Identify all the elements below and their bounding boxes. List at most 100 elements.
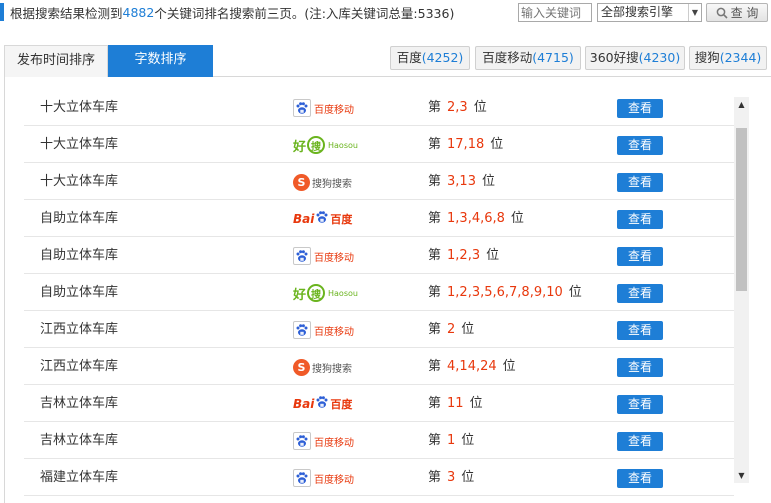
rank-positions: 1,2,3,5,6,7,8,9,10 <box>447 285 563 300</box>
rank-suffix: 位 <box>461 433 475 448</box>
keyword-label: 十大立体车库 <box>40 100 119 115</box>
engine-tab-count: (4715) <box>532 50 574 65</box>
rank-prefix: 第 <box>428 322 442 337</box>
scrollbar-thumb[interactable] <box>736 128 747 291</box>
tab-sort-by-length[interactable]: 字数排序 <box>108 45 213 77</box>
view-button[interactable]: 查看 <box>617 210 663 229</box>
table-row: 江西立体车库 S 搜狗搜索 第 4,14,24 位 查看 <box>24 348 734 385</box>
keyword-label: 十大立体车库 <box>40 137 119 152</box>
haosou-logo: 好搜 Haosou <box>293 284 358 303</box>
engine-select-value: 全部搜索引擎 <box>601 5 674 19</box>
rank-prefix: 第 <box>428 396 442 411</box>
keyword-label: 自助立体车库 <box>40 211 119 226</box>
tab-engine-baidu-mobile[interactable]: 百度移动(4715) <box>475 46 581 70</box>
rank-text: 第 11 位 <box>428 385 483 422</box>
logo-text: 搜狗搜索 <box>312 363 352 375</box>
rank-prefix: 第 <box>428 470 442 485</box>
rank-prefix: 第 <box>428 433 442 448</box>
engine-select[interactable]: 全部搜索引擎 ▼ <box>597 3 702 22</box>
logo-text: 搜 <box>307 136 326 154</box>
table-row: 十大立体车库 S 搜狗搜索 第 3,13 位 查看 <box>24 163 734 200</box>
tab-engine-sogou[interactable]: 搜狗(2344) <box>689 46 767 70</box>
rank-text: 第 2,3 位 <box>428 89 487 126</box>
logo-text: 百度移动 <box>314 326 354 338</box>
table-row: 江西立体车库 百度移动 第 2 位 查看 <box>24 311 734 348</box>
rank-suffix: 位 <box>481 174 495 189</box>
engine-tab-name: 360好搜 <box>589 50 639 65</box>
tab-engine-baidu[interactable]: 百度(4252) <box>390 46 470 70</box>
rank-prefix: 第 <box>428 174 442 189</box>
rank-suffix: 位 <box>510 211 524 226</box>
tab-bar: 发布时间排序 字数排序 百度(4252) 百度移动(4715) 360好搜(42… <box>4 45 771 77</box>
rank-positions: 3 <box>447 470 456 485</box>
rank-prefix: 第 <box>428 359 442 374</box>
rank-text: 第 17,18 位 <box>428 126 503 163</box>
view-button[interactable]: 查看 <box>617 358 663 377</box>
tab-sort-by-time[interactable]: 发布时间排序 <box>4 45 108 77</box>
query-button[interactable]: 查 询 <box>706 3 768 22</box>
view-button[interactable]: 查看 <box>617 284 663 303</box>
baidu-mobile-logo: 百度移动 <box>293 321 354 339</box>
rank-text: 第2位 <box>428 311 474 348</box>
rank-text: 第1位 <box>428 422 474 459</box>
baidu-paw-icon <box>293 432 311 450</box>
view-button[interactable]: 查看 <box>617 173 663 192</box>
logo-text: Haosou <box>328 140 358 150</box>
list-scrollbar[interactable]: ▲ ▼ <box>734 97 749 483</box>
logo-text: Haosou <box>328 288 358 298</box>
view-button[interactable]: 查看 <box>617 99 663 118</box>
tab-engine-360[interactable]: 360好搜(4230) <box>585 46 685 70</box>
rank-positions: 17,18 <box>447 137 485 152</box>
keyword-search-input[interactable] <box>518 3 592 22</box>
rank-positions: 2,3 <box>447 100 468 115</box>
engine-logo-cell: 百度移动 <box>293 245 354 267</box>
rank-text: 第3位 <box>428 459 474 496</box>
engine-tab-name: 百度 <box>396 50 422 65</box>
rank-positions: 11 <box>447 396 464 411</box>
rank-positions: 1,3,4,6,8 <box>447 211 505 226</box>
logo-text: 百度 <box>330 213 353 226</box>
rank-text: 第 1,2,3,5,6,7,8,9,10 位 <box>428 274 582 311</box>
view-button[interactable]: 查看 <box>617 321 663 340</box>
keyword-label: 十大立体车库 <box>40 174 119 189</box>
logo-text: 百度移动 <box>314 252 354 264</box>
haosou-logo: 好搜 Haosou <box>293 136 358 155</box>
rank-text: 第 1,2,3 位 <box>428 237 499 274</box>
baidu-paw-icon <box>315 210 329 228</box>
view-button[interactable]: 查看 <box>617 395 663 414</box>
keyword-label: 江西立体车库 <box>40 322 119 337</box>
rank-prefix: 第 <box>428 100 442 115</box>
baidu-logo: Bai 百度 <box>293 210 352 228</box>
logo-text: Bai <box>293 212 315 226</box>
view-button[interactable]: 查看 <box>617 469 663 488</box>
logo-text: 百度移动 <box>314 474 354 486</box>
view-button[interactable]: 查看 <box>617 247 663 266</box>
logo-text: 百度移动 <box>314 437 354 449</box>
search-icon <box>716 7 728 19</box>
view-button[interactable]: 查看 <box>617 432 663 451</box>
engine-logo-cell: 好搜 Haosou <box>293 282 358 304</box>
rank-suffix: 位 <box>502 359 516 374</box>
rank-suffix: 位 <box>486 248 500 263</box>
rank-suffix: 位 <box>461 322 475 337</box>
summary-accent-bar <box>0 3 4 21</box>
scroll-up-arrow-icon[interactable]: ▲ <box>734 97 749 112</box>
engine-logo-cell: Bai 百度 <box>293 208 352 230</box>
keyword-label: 江西立体车库 <box>40 359 119 374</box>
summary-count: 4882 <box>122 4 155 20</box>
rank-text: 第 3,13 位 <box>428 163 495 200</box>
table-row: 十大立体车库 百度移动 第 2,3 位 查看 <box>24 89 734 126</box>
baidu-mobile-logo: 百度移动 <box>293 469 354 487</box>
sogou-logo: S 搜狗搜索 <box>293 173 352 191</box>
baidu-paw-icon <box>293 247 311 265</box>
result-summary: 根据搜索结果检测到 4882 个关键词排名搜索前三页。(注:入库关键词总量:53… <box>0 3 454 21</box>
view-button[interactable]: 查看 <box>617 136 663 155</box>
query-button-label: 查 询 <box>730 6 759 20</box>
scroll-down-arrow-icon[interactable]: ▼ <box>734 468 749 483</box>
baidu-mobile-logo: 百度移动 <box>293 99 354 117</box>
rank-suffix: 位 <box>473 100 487 115</box>
logo-text: Bai <box>293 397 315 411</box>
engine-logo-cell: S 搜狗搜索 <box>293 171 352 193</box>
table-row: 十大立体车库 好搜 Haosou 第 17,18 位 查看 <box>24 126 734 163</box>
summary-prefix: 根据搜索结果检测到 <box>10 5 123 21</box>
